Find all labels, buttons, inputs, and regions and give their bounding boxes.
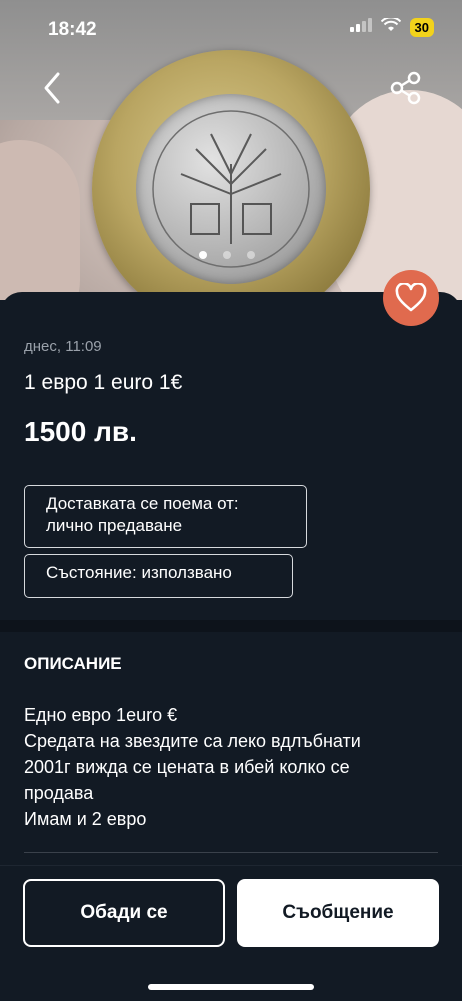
listing-title: 1 евро 1 euro 1€ — [24, 371, 183, 394]
listing-date: днес, 11:09 — [24, 338, 102, 355]
heart-icon — [395, 283, 427, 312]
gallery-pagination — [199, 251, 255, 259]
condition-tag: Състояние: използвано — [24, 554, 293, 598]
share-button[interactable] — [386, 68, 426, 108]
description-text: Едно евро 1euro € Средата на звездите са… — [24, 702, 444, 832]
battery-indicator: 30 — [409, 18, 434, 37]
wifi-icon — [380, 16, 401, 37]
home-indicator[interactable] — [148, 984, 314, 990]
gallery-dot[interactable] — [199, 251, 207, 259]
message-button[interactable]: Съобщение — [237, 879, 439, 947]
description-line: Имам и 2 евро — [24, 809, 147, 829]
chevron-left-icon — [44, 72, 60, 104]
photo-finger-left — [0, 140, 80, 300]
section-divider — [0, 620, 462, 632]
divider-line — [24, 852, 438, 853]
call-button[interactable]: Обади се — [23, 879, 225, 947]
status-time: 18:42 — [48, 19, 97, 40]
description-line: 2001г вижда се цената в ибей колко се — [24, 757, 350, 777]
description-line: Средата на звездите са леко вдлъбнати — [24, 731, 361, 751]
favorite-button[interactable] — [383, 270, 439, 326]
description-heading: ОПИСАНИЕ — [24, 654, 122, 673]
signal-icon — [349, 18, 372, 37]
delivery-tag: Доставката се поема от: лично предаване — [24, 485, 307, 548]
gallery-dot[interactable] — [247, 251, 255, 259]
listing-price: 1500 лв. — [24, 416, 137, 447]
description-line: Едно евро 1euro € — [24, 705, 178, 725]
back-button[interactable] — [36, 68, 72, 108]
share-icon — [390, 71, 421, 105]
status-icons: 30 — [349, 16, 434, 37]
gallery-dot[interactable] — [223, 251, 231, 259]
description-line: продава — [24, 783, 94, 803]
